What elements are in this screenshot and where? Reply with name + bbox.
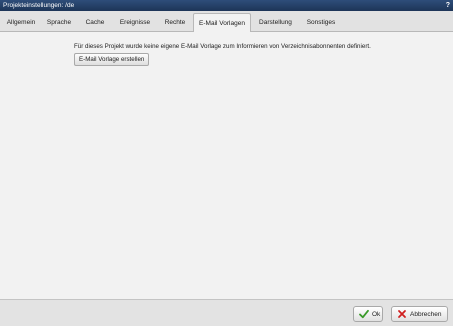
dialog-footer: Ok Abbrechen [0,299,453,326]
tab-bar: Allgemein Sprache Cache Ereignisse Recht… [0,11,453,33]
ok-label: Ok [372,310,381,318]
tab-allgemein[interactable]: Allgemein [2,14,40,32]
tab-content: Für dieses Projekt wurde keine eigene E-… [0,32,453,299]
tab-cache[interactable]: Cache [80,14,110,32]
window-titlebar: Projekteinstellungen: /de ? [0,0,453,11]
tab-ereignisse[interactable]: Ereignisse [114,14,156,32]
no-template-message: Für dieses Projekt wurde keine eigene E-… [74,43,371,50]
cancel-label: Abbrechen [410,310,442,318]
tab-sonstiges[interactable]: Sonstiges [301,14,341,32]
tab-sprache[interactable]: Sprache [42,14,76,32]
check-icon [359,309,369,319]
tab-darstellung[interactable]: Darstellung [254,14,297,32]
tab-email-vorlagen[interactable]: E-Mail Vorlagen [193,13,251,33]
x-icon [397,309,407,319]
help-icon[interactable]: ? [446,0,450,11]
ok-button[interactable]: Ok [353,306,383,322]
cancel-button[interactable]: Abbrechen [391,306,448,322]
create-email-template-button[interactable]: E-Mail Vorlage erstellen [74,53,150,66]
window-title: Projekteinstellungen: /de [3,2,75,9]
tab-rechte[interactable]: Rechte [160,14,190,32]
